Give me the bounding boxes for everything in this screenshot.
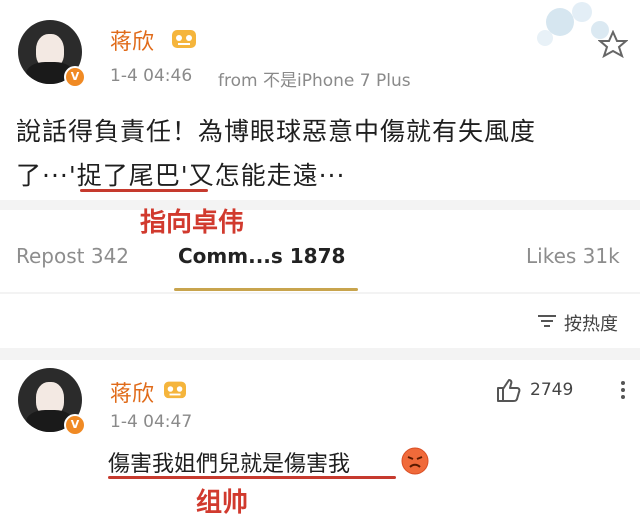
comment-text-content: 傷害我姐們兒就是傷害我 (108, 452, 351, 477)
comment-timestamp: 1-4 04:47 (110, 412, 193, 432)
verified-badge-icon: V (64, 66, 86, 88)
comment-text: 傷害我姐們兒就是傷害我 (108, 446, 350, 478)
thumbs-up-icon[interactable] (494, 376, 522, 404)
divider-line (0, 292, 640, 294)
comment-verified-badge-icon: V (64, 414, 86, 436)
comments-tab[interactable]: Comm...s 1878 (178, 244, 345, 268)
vip-crown-icon (172, 30, 196, 48)
post-author-name[interactable]: 蒋欣 (110, 24, 154, 56)
comment-annotation-partial: 组帅 (196, 488, 249, 518)
highlight-underline (80, 189, 208, 192)
section-gap (0, 348, 640, 360)
angry-emoji-icon (401, 447, 429, 475)
comment-underline (108, 476, 396, 479)
post-text-suffix: 又怎能走遠··· (188, 161, 346, 190)
post-text-line1: 說話得負責任！為博眼球惡意中傷就有失風度 (16, 117, 537, 146)
comment-vip-crown-icon (164, 381, 186, 399)
comment-like-count: 2749 (530, 380, 574, 400)
comment-author-name[interactable]: 蒋欣 (110, 376, 154, 408)
sort-icon (538, 315, 556, 327)
more-options-icon[interactable] (616, 378, 630, 402)
sort-by-popularity[interactable]: 按热度 (564, 310, 618, 336)
annotation-label: 指向卓伟 (140, 208, 245, 238)
post-source: from 不是iPhone 7 Plus (218, 71, 411, 91)
comments-tab-underline (174, 288, 358, 291)
favorite-star-icon[interactable] (598, 30, 628, 58)
likes-button[interactable]: Likes 31k (526, 244, 620, 268)
repost-button[interactable]: Repost 342 (16, 244, 129, 268)
post-text-highlight: '捉了尾巴' (68, 161, 189, 190)
post-text-line2: 了···'捉了尾巴'又怎能走遠··· (16, 156, 345, 192)
post-timestamp: 1-4 04:46 (110, 66, 193, 86)
post-text-prefix: 了··· (16, 161, 69, 190)
divider-band (0, 200, 640, 210)
